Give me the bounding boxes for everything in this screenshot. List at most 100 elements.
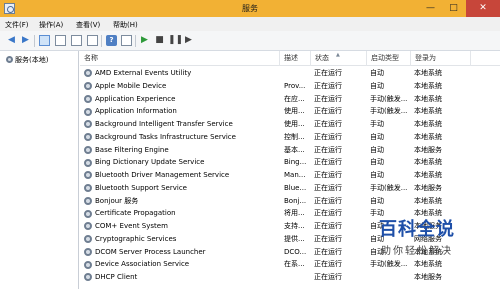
service-startup-type: 自动 xyxy=(370,69,384,77)
gear-icon xyxy=(84,196,92,205)
column-header-description[interactable]: 描述 xyxy=(280,51,311,66)
refresh-icon[interactable] xyxy=(71,35,82,46)
service-description: Bonj... xyxy=(284,196,307,205)
service-startup-type: 手动(触发... xyxy=(370,94,408,103)
menu-help[interactable]: 帮助(H) xyxy=(113,20,138,30)
service-logon: 本地系统 xyxy=(414,132,442,141)
table-row[interactable]: Application Experience 在应... 正在运行 手动(触发... 本… xyxy=(80,93,500,106)
service-startup-type: 自动 xyxy=(370,81,384,90)
service-status: 正在运行 xyxy=(314,94,342,103)
service-description: Bing... xyxy=(284,158,307,167)
service-status: 正在运行 xyxy=(314,81,342,90)
title-bar: 服务 — □ ✕ xyxy=(0,0,500,17)
help-icon[interactable]: ? xyxy=(106,35,117,46)
service-logon: 本地系统 xyxy=(414,69,442,77)
tree-item-services-local[interactable]: 服务(本地) xyxy=(4,54,50,65)
service-description: 控制... xyxy=(284,132,305,141)
table-row[interactable]: Base Filtering Engine 基本... 正在运行 自动 本地服务 xyxy=(80,144,500,157)
menu-action[interactable]: 操作(A) xyxy=(39,20,63,30)
table-row[interactable]: Application Information 使用... 正在运行 手动(触发...… xyxy=(80,105,500,118)
view-icon[interactable] xyxy=(121,35,132,46)
table-row[interactable]: Bluetooth Support Service Blue... 正在运行 手动(触… xyxy=(80,182,500,195)
service-name: Cryptographic Services xyxy=(95,234,177,243)
service-logon: 本地系统 xyxy=(414,158,442,167)
gear-icon xyxy=(84,171,92,180)
minimize-button[interactable]: — xyxy=(420,0,441,17)
service-name: Base Filtering Engine xyxy=(95,145,169,154)
table-row[interactable]: Bing Dictionary Update Service Bing... 正在运… xyxy=(80,156,500,169)
service-name-cell: Apple Mobile Device xyxy=(84,80,284,93)
service-name-cell: Bing Dictionary Update Service xyxy=(84,156,284,169)
service-startup-type: 自动 xyxy=(370,145,384,154)
forward-arrow-icon[interactable]: ▶ xyxy=(20,35,31,46)
column-header-startup-type[interactable]: 启动类型 xyxy=(367,51,411,66)
service-status: 正在运行 xyxy=(314,132,342,141)
console-tree: 服务(本地) xyxy=(0,51,79,289)
column-header-name[interactable]: 名称 xyxy=(80,51,280,66)
service-name-cell: COM+ Event System xyxy=(84,220,284,233)
gear-icon xyxy=(84,184,92,193)
gear-icon xyxy=(84,235,92,244)
column-header-logon[interactable]: 登录为 xyxy=(411,51,471,66)
table-row[interactable]: Background Tasks Infrastructure Service 控… xyxy=(80,131,500,144)
service-logon: 本地系统 xyxy=(414,196,442,205)
service-name: Bluetooth Support Service xyxy=(95,183,187,192)
service-logon: 本地服务 xyxy=(414,145,442,154)
service-name-cell: Bluetooth Support Service xyxy=(84,182,284,195)
service-startup-type: 手动(触发... xyxy=(370,107,408,116)
gear-icon xyxy=(84,260,92,269)
service-name: Bing Dictionary Update Service xyxy=(95,158,205,167)
gear-icon xyxy=(84,82,92,91)
service-name-cell: Application Experience xyxy=(84,93,284,106)
menu-view[interactable]: 查看(V) xyxy=(76,20,100,30)
pause-service-icon[interactable]: ❚❚ xyxy=(168,35,183,46)
service-name-cell: Certificate Propagation xyxy=(84,207,284,220)
table-row[interactable]: Apple Mobile Device Prov... 正在运行 自动 本地系统 xyxy=(80,80,500,93)
service-name-cell: Cryptographic Services xyxy=(84,233,284,246)
back-arrow-icon[interactable]: ◀ xyxy=(6,35,17,46)
watermark: 百科全说 助你轻松解决 xyxy=(334,211,500,289)
service-name: Background Tasks Infrastructure Service xyxy=(95,132,236,141)
toolbar-separator xyxy=(135,35,136,47)
service-name: AMD External Events Utility xyxy=(95,69,192,77)
menu-file[interactable]: 文件(F) xyxy=(5,20,29,30)
gear-icon xyxy=(84,209,92,218)
export-list-icon[interactable] xyxy=(87,35,98,46)
table-row[interactable]: AMD External Events Utility 正在运行 自动 本地系统 xyxy=(80,67,500,80)
show-console-tree-icon[interactable] xyxy=(39,35,50,46)
service-name: Bonjour 服务 xyxy=(95,196,139,205)
table-row[interactable]: Background Intelligent Transfer Service 使… xyxy=(80,118,500,131)
tree-item-label: 服务(本地) xyxy=(15,55,49,64)
service-logon: 本地系统 xyxy=(414,107,442,116)
service-description: 基本... xyxy=(284,145,305,154)
close-button[interactable]: ✕ xyxy=(466,0,500,17)
gear-icon xyxy=(84,273,92,282)
table-row[interactable]: Bluetooth Driver Management Service Man..… xyxy=(80,169,500,182)
table-row[interactable]: Bonjour 服务 Bonj... 正在运行 自动 本地系统 xyxy=(80,195,500,208)
restart-service-icon[interactable]: ▶ xyxy=(183,35,194,46)
service-startup-type: 自动 xyxy=(370,171,384,179)
service-name: Device Association Service xyxy=(95,260,190,269)
service-name: Application Experience xyxy=(95,94,176,103)
maximize-button[interactable]: □ xyxy=(443,0,464,17)
toolbar-separator xyxy=(34,35,35,47)
list-header: 名称 描述 状态 ▲ 启动类型 登录为 xyxy=(80,51,500,66)
gear-icon xyxy=(6,56,13,63)
service-name-cell: Device Association Service xyxy=(84,258,284,271)
service-status: 正在运行 xyxy=(314,145,342,154)
gear-icon xyxy=(84,222,92,231)
service-logon: 本地系统 xyxy=(414,120,442,128)
sort-indicator-icon: ▲ xyxy=(336,52,340,58)
service-name-cell: Background Tasks Infrastructure Service xyxy=(84,131,284,144)
properties-icon[interactable] xyxy=(55,35,66,46)
gear-icon xyxy=(84,107,92,116)
service-name: COM+ Event System xyxy=(95,222,168,230)
service-description: Blue... xyxy=(284,183,307,192)
service-name: Apple Mobile Device xyxy=(95,81,167,90)
start-service-icon[interactable]: ▶ xyxy=(139,35,150,46)
service-description: DCO... xyxy=(284,247,307,256)
stop-service-icon[interactable]: ■ xyxy=(154,35,165,46)
watermark-title: 百科全说 xyxy=(379,219,455,240)
menu-bar: 文件(F) 操作(A) 查看(V) 帮助(H) xyxy=(0,17,500,31)
service-name-cell: AMD External Events Utility xyxy=(84,67,284,80)
